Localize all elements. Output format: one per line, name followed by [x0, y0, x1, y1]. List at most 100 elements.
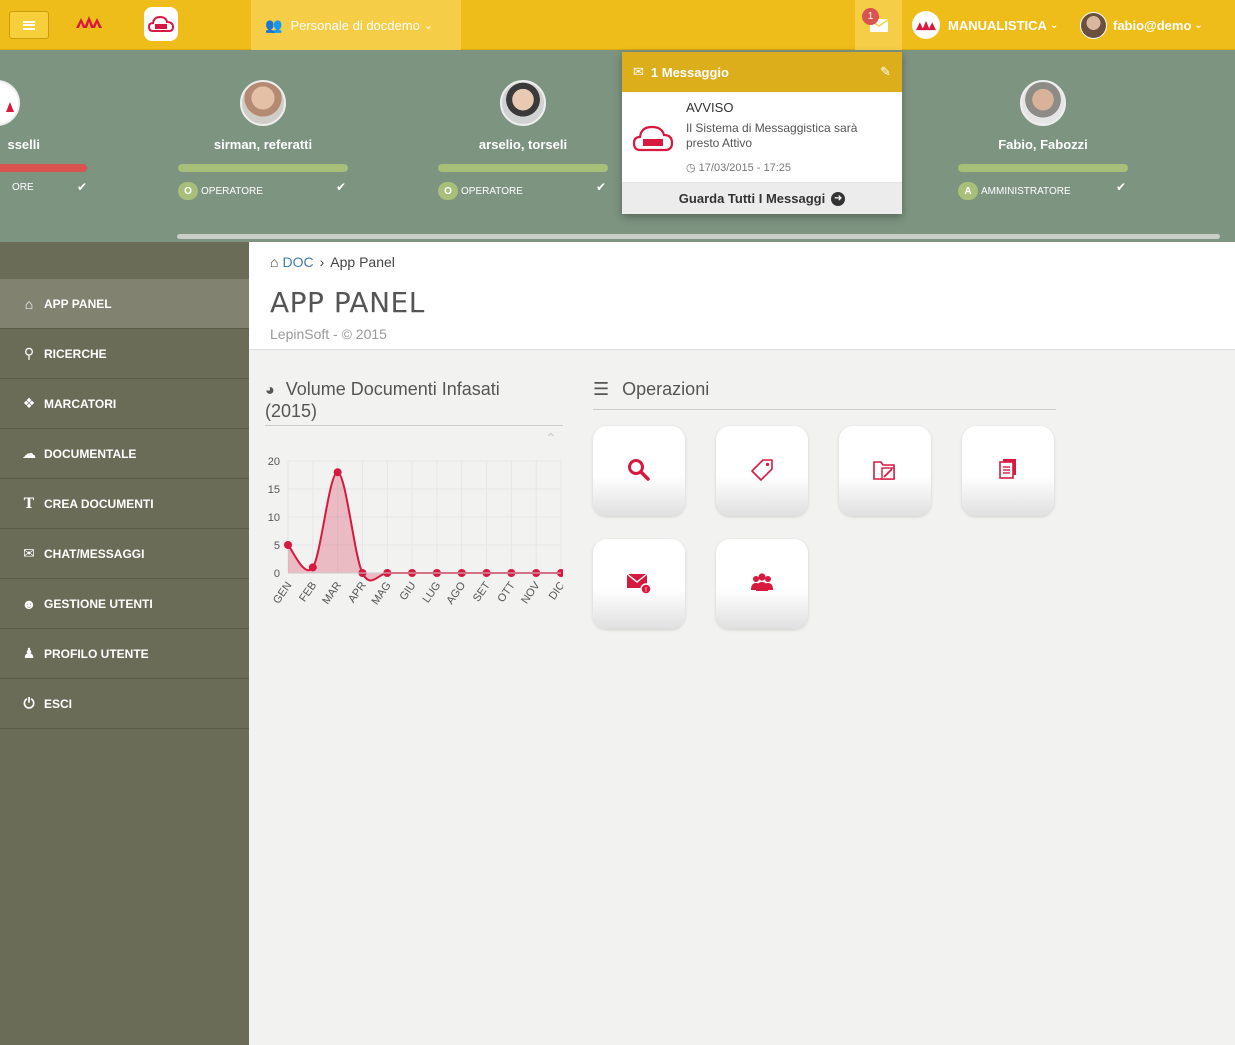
cloud-logo-icon: [148, 15, 174, 32]
sidebar-item-label: CREA DOCUMENTI: [44, 496, 154, 511]
user-card-bar: [958, 164, 1128, 172]
chart-panel-title: ◕ Volume Documenti Infasati (2015): [265, 379, 563, 426]
top-navbar: 👥 Personale di docdemo ⌄ 1 MANUALISTICA …: [0, 0, 1235, 50]
role-badge: A: [958, 182, 978, 200]
user-card-name: sselli: [7, 137, 40, 152]
page-header: ⌂ DOC › App Panel APP PANEL LepinSoft - …: [249, 242, 1235, 350]
group-selector[interactable]: 👥 Personale di docdemo ⌄: [251, 0, 461, 50]
sidebar-item-documentale[interactable]: ☁ DOCUMENTALE: [0, 429, 249, 479]
data-point: [308, 563, 317, 572]
user-card-role-label: OPERATORE: [201, 185, 263, 197]
user-card-role-label: AMMINISTRATORE: [981, 185, 1071, 197]
organization-logo-icon: [912, 11, 940, 39]
users-icon: ☻: [21, 595, 37, 612]
chart-title-line1: Volume Documenti Infasati: [285, 379, 500, 399]
user-menu-label: fabio@demo: [1113, 17, 1192, 33]
search-icon: ⚲: [23, 345, 35, 361]
operations-panel: ☰ Operazioni: [593, 379, 1056, 410]
company-logo-icon: [6, 102, 14, 112]
user-card-name: sirman, referatti: [213, 137, 313, 152]
user-card-role: A AMMINISTRATORE: [958, 182, 1071, 200]
user-menu[interactable]: fabio@demo ⌄: [1080, 10, 1203, 40]
document-icon: [999, 459, 1016, 479]
users-icon: 👥: [265, 16, 283, 33]
y-tick-label: 20: [268, 456, 280, 468]
view-all-messages-button[interactable]: Guarda Tutti I Messaggi ➜: [622, 183, 902, 214]
svg-text:!: !: [645, 587, 647, 594]
user-card-role: O OPERATORE: [438, 182, 523, 200]
user-card[interactable]: sirman, referatti O OPERATORE ✔: [178, 50, 378, 242]
envelope-icon: ✉: [23, 545, 35, 561]
sidebar-item-label: APP PANEL: [44, 296, 112, 311]
user-card[interactable]: Fabio, Fabozzi A AMMINISTRATORE ✔: [958, 50, 1158, 242]
chart-svg: 0 5 10 15 20 GEN FEB MAR APR MAG GIU LUG AGO SET OTT NO…: [268, 456, 563, 607]
message-title: AVVISO: [686, 100, 734, 115]
x-tick-label: OTT: [495, 580, 518, 605]
document-tile-button[interactable]: [962, 426, 1054, 516]
avatar: [240, 80, 286, 126]
sidebar-item-gestione-utenti[interactable]: ☻ GESTIONE UTENTI: [0, 579, 249, 629]
x-tick-label: NOV: [519, 579, 543, 606]
sidebar-item-marcatori[interactable]: ❖ MARCATORI: [0, 379, 249, 429]
sidebar-item-esci[interactable]: ⏻ ESCI: [0, 679, 249, 729]
x-tick-label: LUG: [421, 580, 444, 605]
organization-selector[interactable]: MANUALISTICA ⌄: [912, 10, 1058, 40]
message-item[interactable]: AVVISO Il Sistema di Messaggistica sarà …: [622, 92, 902, 183]
x-tick-label: GEN: [271, 580, 295, 606]
folder-edit-tile-button[interactable]: [839, 426, 931, 516]
chevron-down-icon: ⌄: [1049, 19, 1059, 31]
messages-button[interactable]: 1: [855, 0, 902, 50]
y-tick-label: 0: [274, 568, 280, 580]
user-icon: ♟: [22, 645, 36, 661]
breadcrumb: ⌂ DOC › App Panel: [270, 254, 395, 270]
x-tick-label: GIU: [397, 580, 418, 603]
user-card[interactable]: arselio, torseli O OPERATORE ✔: [438, 50, 638, 242]
check-icon: ✔: [596, 180, 607, 194]
sidebar-item-crea-documenti[interactable]: T CREA DOCUMENTI: [0, 479, 249, 529]
avatar: [1020, 80, 1066, 126]
users-tile-button[interactable]: [716, 539, 808, 629]
message-time-label: 17/03/2015 - 17:25: [698, 162, 792, 174]
page-title: APP PANEL: [270, 286, 425, 319]
sidebar-item-chat-messaggi[interactable]: ✉ CHAT/MESSAGGI: [0, 529, 249, 579]
clock-icon: ◷: [686, 162, 696, 174]
sidebar-item-label: DOCUMENTALE: [44, 446, 137, 461]
sidebar-item-profilo-utente[interactable]: ♟ PROFILO UTENTE: [0, 629, 249, 679]
x-tick-label: SET: [471, 580, 493, 605]
message-text: Il Sistema di Messaggistica sarà presto …: [686, 121, 858, 150]
x-tick-label: APR: [346, 580, 369, 605]
sidebar-item-label: GESTIONE UTENTI: [44, 596, 153, 611]
dashboard-icon: ◕: [265, 382, 275, 399]
breadcrumb-home-link[interactable]: DOC: [282, 254, 313, 270]
user-card-bar: [0, 164, 87, 172]
menu-toggle-button[interactable]: [9, 11, 49, 39]
home-icon: ⌂: [270, 254, 279, 270]
tag-icon: [751, 459, 773, 481]
x-tick-label: MAG: [370, 580, 394, 607]
bars-icon: ☰: [593, 379, 610, 399]
hamburger-icon: [23, 20, 35, 30]
sidebar-item-app-panel[interactable]: ⌂ APP PANEL: [0, 279, 249, 329]
mail-alert-tile-button[interactable]: !: [593, 539, 685, 629]
avatar: [0, 80, 20, 126]
data-point: [284, 541, 292, 549]
mail-alert-icon: !: [626, 573, 652, 595]
role-badge: O: [178, 182, 198, 200]
check-icon: ✔: [77, 180, 88, 194]
y-tick-label: 10: [268, 512, 280, 524]
search-tile-button[interactable]: [593, 426, 685, 516]
tags-icon: ❖: [22, 395, 36, 411]
brand-logo-icon[interactable]: [76, 15, 102, 29]
messages-dropdown-header: ✉ 1 Messaggio ✎: [622, 52, 902, 92]
carousel-scrollbar[interactable]: [177, 234, 1220, 239]
user-card[interactable]: sselli ORE ✔: [0, 50, 112, 242]
tag-tile-button[interactable]: [716, 426, 808, 516]
users-carousel: sselli ORE ✔ sirman, referatti O OPERATO…: [0, 50, 1235, 242]
users-icon: [751, 573, 773, 591]
sidebar-item-ricerche[interactable]: ⚲ RICERCHE: [0, 329, 249, 379]
doc-cloud-logo[interactable]: [144, 7, 178, 41]
x-tick-label: FEB: [297, 580, 319, 604]
message-time: ◷ 17/03/2015 - 17:25: [686, 161, 791, 174]
chevron-up-icon[interactable]: ⌃: [545, 430, 557, 447]
compose-icon[interactable]: ✎: [880, 64, 891, 80]
